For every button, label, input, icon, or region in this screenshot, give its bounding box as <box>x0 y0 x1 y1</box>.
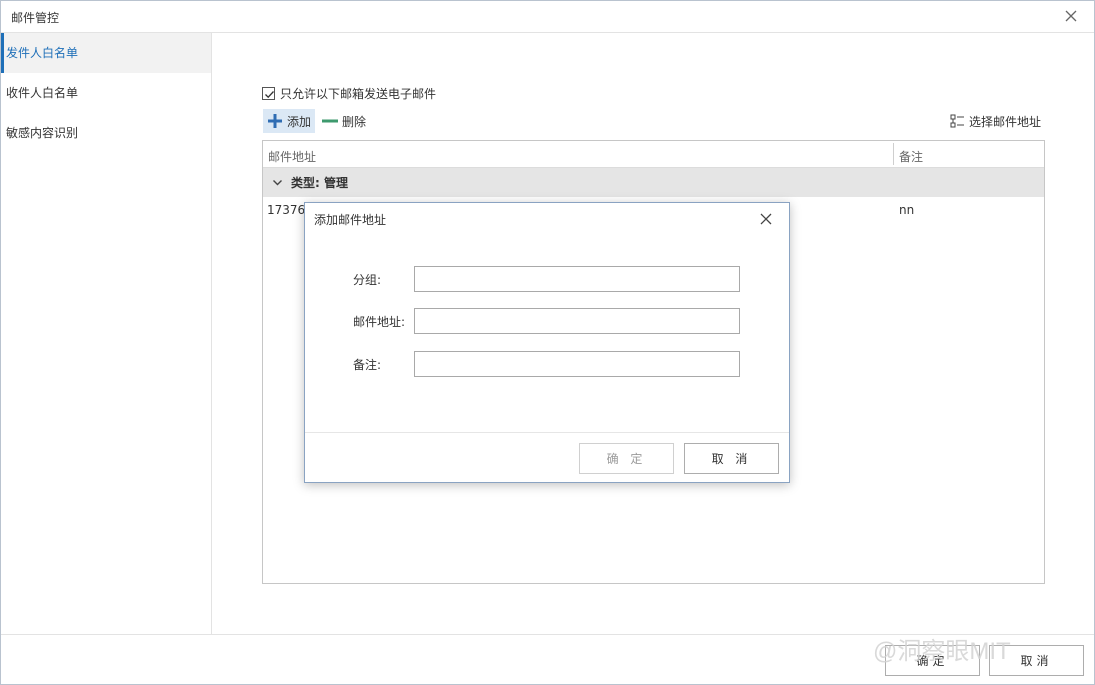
dialog-cancel-button[interactable]: 取 消 <box>684 443 779 474</box>
note-field-label: 备注: <box>353 358 382 372</box>
dialog-footer: 确 定 取 消 <box>305 432 789 483</box>
group-label: 类型: 管理 <box>291 176 348 190</box>
select-address-label: 选择邮件地址 <box>968 114 1041 129</box>
add-button-label: 添加 <box>287 114 312 129</box>
toolbar: 添加 删除 选择邮件地址 <box>263 109 1045 133</box>
minus-icon <box>322 119 338 123</box>
dialog-title: 添加邮件地址 <box>314 213 387 227</box>
email-input[interactable] <box>414 308 740 334</box>
dialog-ok-button[interactable]: 确 定 <box>579 443 674 474</box>
column-header-note[interactable]: 备注 <box>899 148 923 165</box>
sidebar-item-recipient-whitelist[interactable]: 收件人白名单 <box>1 73 211 113</box>
sidebar-item-sender-whitelist[interactable]: 发件人白名单 <box>1 33 211 73</box>
delete-button-label: 删除 <box>342 114 367 129</box>
plus-icon <box>268 114 282 128</box>
window-title: 邮件管控 <box>11 11 60 25</box>
add-email-dialog: 添加邮件地址 分组: 邮件地址: 备注: 确 定 取 消 <box>304 202 790 483</box>
group-input[interactable] <box>414 266 740 292</box>
email-field-label: 邮件地址: <box>353 315 406 329</box>
sidebar-item-label: 敏感内容识别 <box>6 126 79 140</box>
group-row[interactable]: 类型: 管理 <box>263 168 1044 197</box>
select-address-button[interactable]: 选择邮件地址 <box>946 109 1045 133</box>
chevron-down-icon[interactable] <box>272 177 283 188</box>
restrict-sender-checkbox[interactable] <box>262 87 275 100</box>
watermark: @洞察眼MIT <box>873 638 1011 665</box>
cell-email: 17376 <box>267 203 306 217</box>
group-field-label: 分组: <box>353 273 382 287</box>
address-list-icon <box>950 114 964 127</box>
note-field-row: 备注: <box>353 351 743 377</box>
sidebar-item-label: 发件人白名单 <box>6 46 79 60</box>
check-icon <box>265 91 274 99</box>
sidebar: 发件人白名单 收件人白名单 敏感内容识别 <box>1 33 212 634</box>
restrict-sender-option[interactable]: 只允许以下邮箱发送电子邮件 <box>262 85 436 102</box>
sidebar-item-sensitive-content[interactable]: 敏感内容识别 <box>1 113 211 153</box>
email-field-row: 邮件地址: <box>353 308 743 334</box>
group-field-row: 分组: <box>353 266 743 292</box>
cell-note: nn <box>899 203 915 217</box>
column-header-email[interactable]: 邮件地址 <box>268 148 316 165</box>
add-button[interactable]: 添加 <box>263 109 316 133</box>
note-input[interactable] <box>414 351 740 377</box>
table-header: 邮件地址 备注 <box>263 141 1044 168</box>
title-bar: 邮件管控 <box>1 1 1094 33</box>
delete-button[interactable]: 删除 <box>318 109 370 133</box>
dialog-close-icon[interactable] <box>759 212 773 226</box>
column-divider[interactable] <box>893 143 894 165</box>
sidebar-item-label: 收件人白名单 <box>6 86 79 100</box>
restrict-sender-label: 只允许以下邮箱发送电子邮件 <box>280 87 437 101</box>
close-icon[interactable] <box>1062 7 1080 25</box>
